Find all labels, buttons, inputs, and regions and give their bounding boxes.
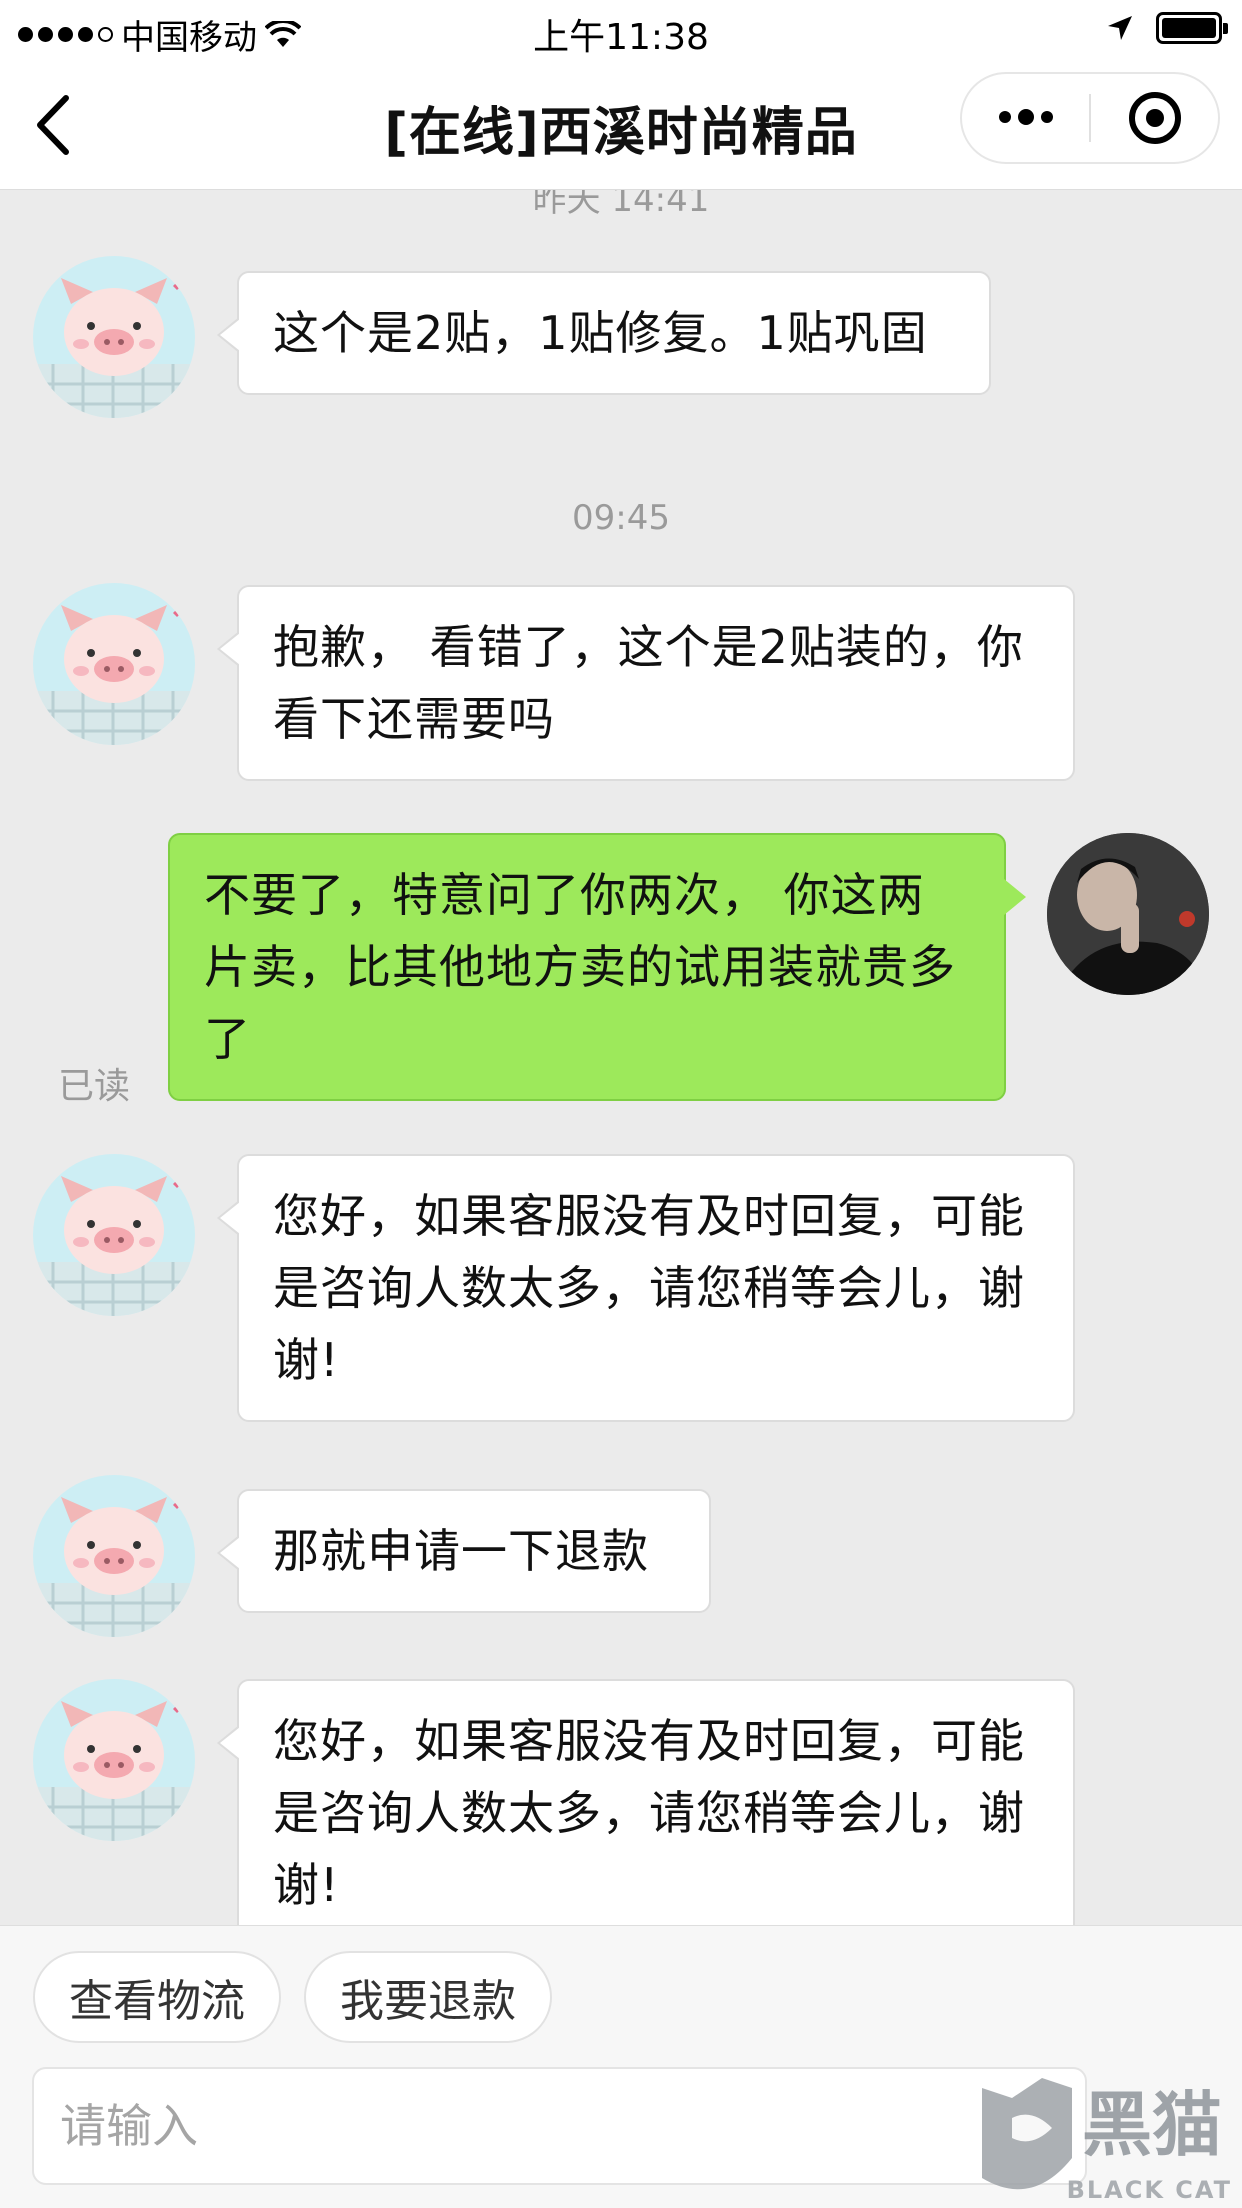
timestamp: 昨天 14:41 [532, 190, 710, 220]
message-bubble-sent[interactable]: 不要了，特意问了你两次， 你这两片卖，比其他地方卖的试用装就贵多了 [168, 833, 1026, 1101]
location-arrow-icon [1108, 16, 1132, 40]
merchant-avatar[interactable] [33, 256, 195, 418]
merchant-avatar[interactable] [33, 583, 195, 745]
more-dots-icon [998, 109, 1053, 125]
nav-bar: [在线]西溪时尚精品 [0, 60, 1242, 190]
pig-avatar-icon [33, 278, 195, 418]
read-status: 已读 [58, 1066, 131, 1107]
message-input-box[interactable] [32, 2067, 1087, 2185]
chat-area[interactable]: 昨天 14:41 这个是2贴，1贴修复。1贴巩固 09:45 抱歉， 看错了，这… [0, 190, 1242, 1925]
watermark-cn: 黑猫 [1082, 2084, 1222, 2166]
input-area: 查看物流 我要退款 黑猫 BLACK CAT [0, 1925, 1242, 2208]
view-logistics-button[interactable]: 查看物流 [33, 1951, 281, 2043]
user-photo-icon [1047, 833, 1209, 995]
pig-avatar-icon [33, 1701, 195, 1841]
status-bar: 中国移动 上午11:38 [0, 0, 1242, 60]
watermark-en: BLACK CAT [1066, 2176, 1232, 2204]
target-icon [1128, 92, 1181, 144]
merchant-avatar[interactable] [33, 1475, 195, 1637]
message-bubble-received[interactable]: 这个是2贴，1贴修复。1贴巩固 [217, 271, 991, 395]
timestamp: 09:45 [572, 498, 670, 538]
blackcat-watermark: 黑猫 BLACK CAT [972, 2058, 1242, 2208]
message-input[interactable] [34, 2069, 1085, 2183]
merchant-avatar[interactable] [33, 1154, 195, 1316]
pig-avatar-icon [33, 605, 195, 745]
status-time: 上午11:38 [533, 17, 709, 58]
more-button[interactable] [962, 74, 1089, 162]
merchant-avatar[interactable] [33, 1679, 195, 1841]
user-avatar[interactable] [1047, 833, 1209, 995]
miniprogram-capsule [960, 72, 1220, 164]
message-bubble-received[interactable]: 抱歉， 看错了，这个是2贴装的，你看下还需要吗 [217, 585, 1075, 781]
battery-icon [1156, 12, 1228, 44]
request-refund-button[interactable]: 我要退款 [304, 1951, 552, 2043]
message-bubble-received[interactable]: 您好，如果客服没有及时回复，可能是咨询人数太多，请您稍等会儿，谢谢! [217, 1154, 1075, 1422]
pig-avatar-icon [33, 1176, 195, 1316]
close-miniprogram-button[interactable] [1091, 74, 1218, 162]
pig-avatar-icon [33, 1497, 195, 1637]
message-bubble-received[interactable]: 那就申请一下退款 [217, 1489, 711, 1613]
message-bubble-received[interactable]: 您好，如果客服没有及时回复，可能是咨询人数太多，请您稍等会儿，谢谢! [217, 1679, 1075, 1925]
